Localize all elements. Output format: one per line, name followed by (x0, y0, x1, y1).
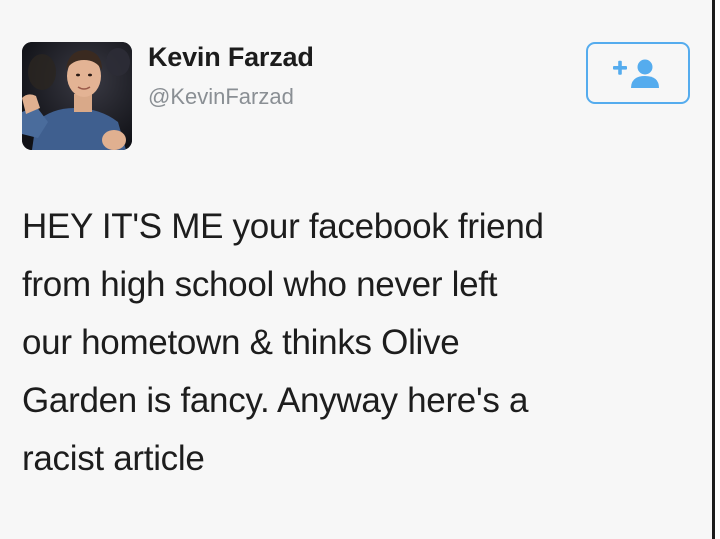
add-user-icon (613, 59, 659, 88)
tweet-card: Kevin Farzad @KevinFarzad HEY IT'S ME yo… (0, 0, 715, 539)
tweet-text-line: Garden is fancy. Anyway here's a (22, 381, 529, 420)
follow-button[interactable] (586, 42, 690, 104)
user-handle[interactable]: @KevinFarzad (148, 84, 294, 110)
tweet-text-line: racist article (22, 439, 205, 478)
tweet-text: HEY IT'S ME your facebook friend from hi… (22, 198, 702, 488)
tweet-text-line: HEY IT'S ME your facebook friend (22, 207, 544, 246)
avatar-photo (22, 42, 132, 150)
tweet-text-line: our hometown & thinks Olive (22, 323, 460, 362)
tweet-text-line: from high school who never left (22, 265, 498, 304)
display-name[interactable]: Kevin Farzad (148, 42, 314, 73)
user-avatar[interactable] (22, 42, 132, 150)
